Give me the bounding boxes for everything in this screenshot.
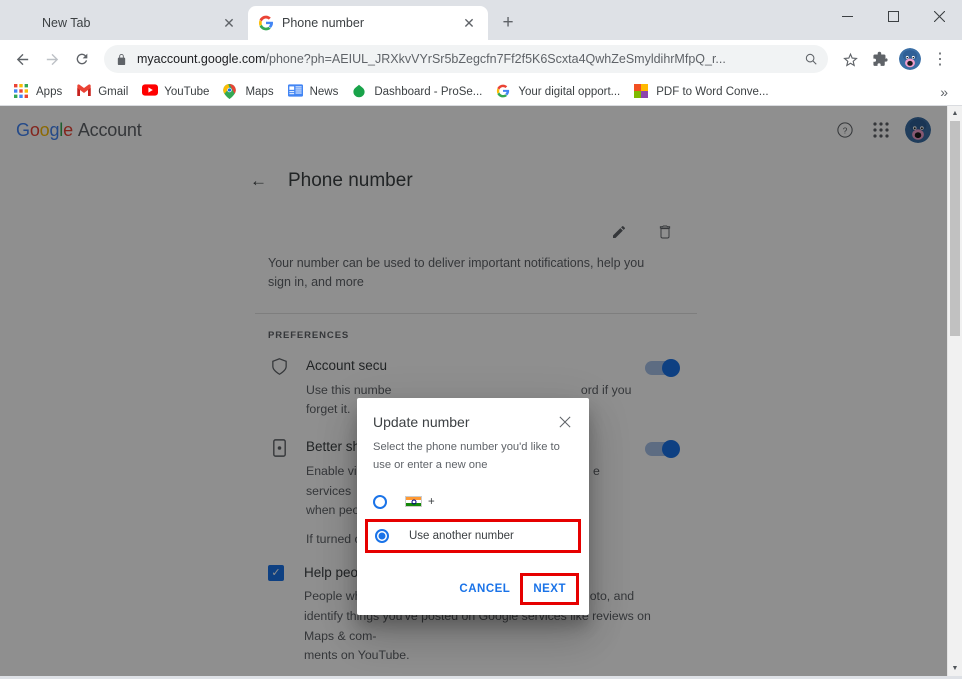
bookmark-label: YouTube [164,85,210,98]
scroll-down-arrow[interactable]: ▼ [948,661,962,676]
page-scrollbar[interactable]: ▲ ▼ [947,106,962,676]
tab-strip: New Tab ✕ Phone number ✕ + [0,0,962,40]
bookmark-label: Your digital opport... [518,85,621,98]
forward-button[interactable] [38,45,66,73]
minimize-button[interactable] [824,0,870,32]
bookmark-label: Maps [245,85,274,98]
highlight-next-button: NEXT [520,572,579,605]
close-icon[interactable] [557,414,573,430]
lock-icon [116,53,127,66]
google-g-icon [258,15,274,31]
tab-phone-number[interactable]: Phone number ✕ [248,6,488,40]
dialog-subtitle: Select the phone number you'd like to us… [373,441,560,471]
tab-close-icon[interactable]: ✕ [460,14,478,32]
reload-button[interactable] [68,45,96,73]
ashoka-chakra [411,499,416,505]
maximize-button[interactable] [870,0,916,32]
radio-icon[interactable] [373,494,387,509]
bookmarks-bar: Apps Gmail YouTube Maps News Dashboard -… [0,78,962,106]
pdf-to-word-icon [634,83,650,100]
avatar [899,48,921,70]
bookmark-apps[interactable]: Apps [8,81,68,103]
url-path: /phone?ph=AEIUL_JRXkvVYrSr5bZegcfn7Ff2f5… [265,52,726,66]
bookmark-label: Dashboard - ProSe... [374,85,483,98]
apps-grid-icon [14,83,30,100]
close-button[interactable] [916,0,962,32]
next-button[interactable]: NEXT [525,576,574,602]
bookmark-label: Apps [36,85,63,98]
browser-menu-button[interactable]: ⋮ [926,45,954,73]
google-news-icon [287,83,304,100]
bookmark-label: Gmail [98,85,129,98]
phone-option-list: + [357,475,589,515]
radio-option-existing-number[interactable]: + [373,489,573,515]
tab-title: Phone number [282,16,365,30]
update-number-dialog: Update number Select the phone number yo… [357,398,589,615]
dialog-title: Update number [373,414,470,430]
use-another-number-label: Use another number [409,529,514,542]
bookmark-label: News [309,85,339,98]
google-g-icon [496,84,512,100]
dialog-actions: CANCEL NEXT [357,553,589,615]
youtube-icon [142,83,159,100]
browser-toolbar: myaccount.google.com/phone?ph=AEIUL_JRXk… [0,40,962,78]
address-bar[interactable]: myaccount.google.com/phone?ph=AEIUL_JRXk… [104,45,828,73]
prose-icon [352,84,368,100]
bookmark-youtube[interactable]: YouTube [136,81,215,103]
india-flag-icon [405,496,422,508]
gmail-icon [76,83,92,100]
page-viewport: Google Account ? ← Phone number Your num… [0,106,962,676]
bookmark-gmail[interactable]: Gmail [70,81,134,103]
bookmark-maps[interactable]: Maps [217,81,279,103]
bookmark-news[interactable]: News [282,81,345,103]
browser-window: New Tab ✕ Phone number ✕ + myaccount.goo… [0,0,962,679]
maps-pin-icon [223,83,239,100]
back-button[interactable] [8,45,36,73]
new-tab-button[interactable]: + [494,9,522,37]
tab-favicon-blank [18,15,34,31]
extensions-puzzle-icon[interactable] [866,45,894,73]
bookmark-pdf-to-word[interactable]: PDF to Word Conve... [628,81,774,103]
scroll-up-arrow[interactable]: ▲ [948,106,962,121]
dialog-header: Update number [357,414,589,430]
url-domain: myaccount.google.com [137,52,266,66]
radio-icon[interactable] [375,528,389,543]
radio-option-use-another-number[interactable]: Use another number [375,526,571,546]
zoom-out-icon[interactable] [800,48,822,70]
tab-title: New Tab [42,16,91,30]
window-controls [824,0,962,32]
tab-close-icon[interactable]: ✕ [220,14,238,32]
bookmark-your-digital-opportunity[interactable]: Your digital opport... [490,81,626,103]
tab-new-tab[interactable]: New Tab ✕ [8,6,248,40]
cancel-button[interactable]: CANCEL [451,576,518,602]
url-text: myaccount.google.com/phone?ph=AEIUL_JRXk… [137,52,800,66]
bookmark-star-icon[interactable] [836,45,864,73]
bookmark-dashboard-prose[interactable]: Dashboard - ProSe... [346,81,488,103]
scrollbar-thumb[interactable] [950,121,960,336]
bookmark-label: PDF to Word Conve... [656,85,769,98]
bookmarks-overflow-button[interactable]: » [934,82,954,102]
existing-number-label: + [428,495,435,508]
highlight-use-another-number: Use another number [365,518,581,553]
profile-avatar[interactable] [896,45,924,73]
